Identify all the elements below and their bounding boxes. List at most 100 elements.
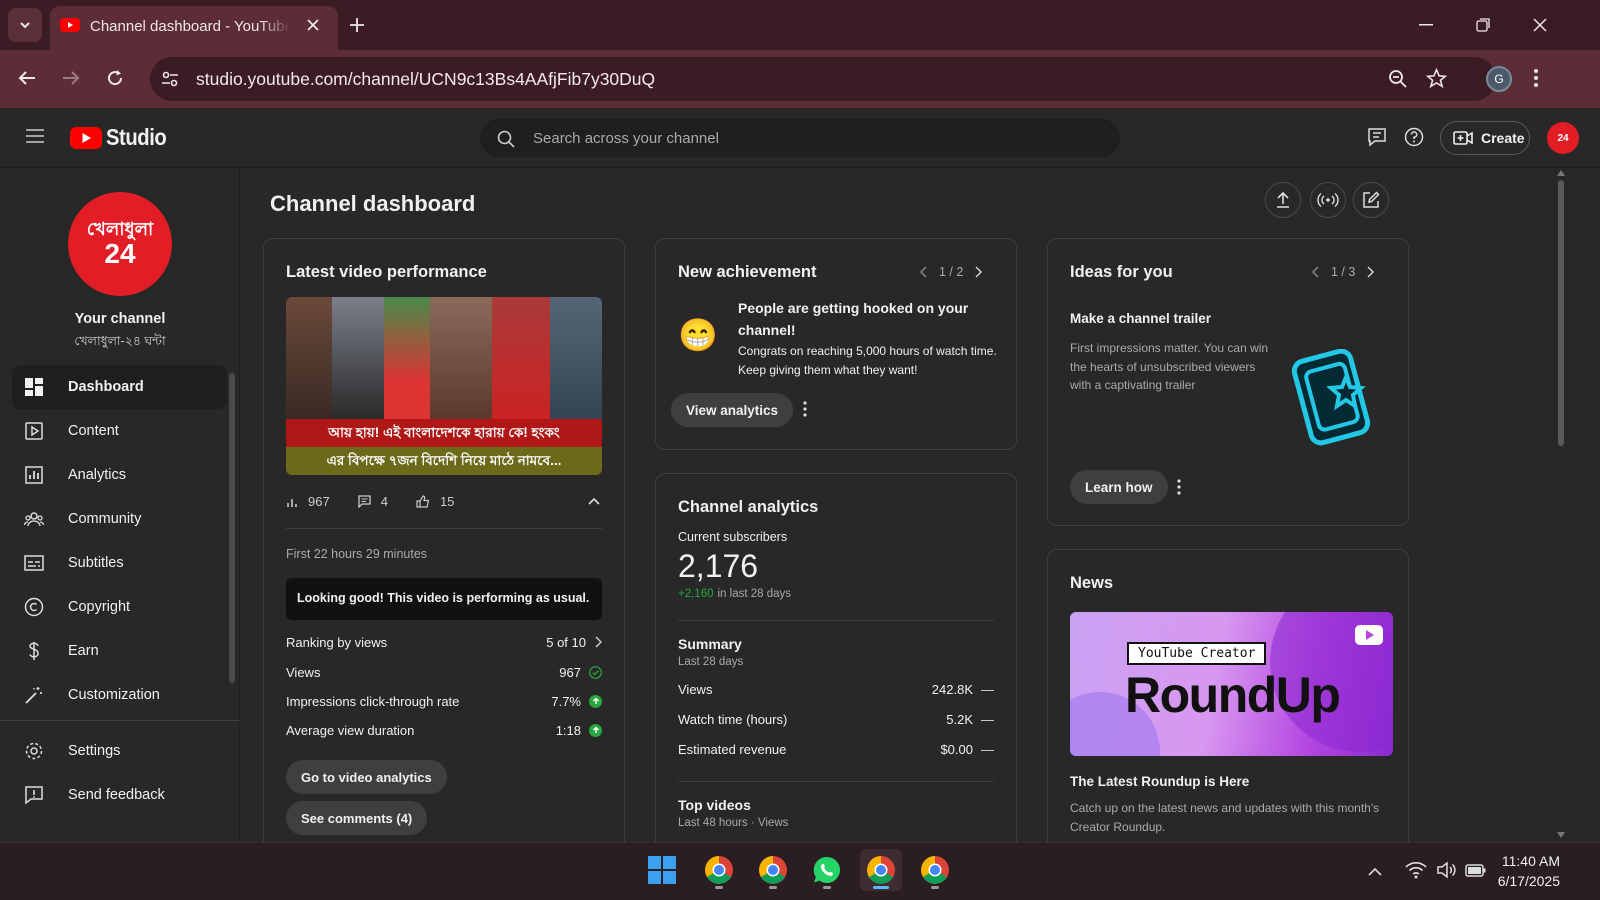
sidebar-item-community[interactable]: Community — [12, 497, 227, 541]
back-arrow-icon[interactable] — [18, 70, 36, 86]
sidebar-item-earn[interactable]: Earn — [12, 629, 227, 673]
view-analytics-button[interactable]: View analytics — [671, 393, 794, 427]
summary-revenue-label: Estimated revenue — [678, 741, 787, 757]
more-options-icon[interactable] — [1177, 479, 1181, 495]
taskbar-whatsapp[interactable] — [806, 849, 848, 891]
analytics-icon — [25, 466, 43, 484]
taskbar-chrome-1[interactable] — [698, 849, 740, 891]
sidebar-scrollbar[interactable] — [229, 373, 235, 683]
bookmark-star-icon[interactable] — [1426, 68, 1447, 89]
row-ranking[interactable]: Ranking by views 5 of 10 — [286, 632, 602, 652]
chrome-icon — [921, 856, 949, 884]
go-live-button[interactable] — [1310, 182, 1346, 218]
hamburger-menu-icon[interactable] — [25, 128, 45, 144]
video-thumbnail[interactable]: আয় হায়! এই বাংলাদেশকে হারায় কে! হংকং … — [286, 297, 602, 475]
taskbar-chrome-3[interactable] — [914, 849, 956, 891]
volume-icon[interactable] — [1436, 861, 1458, 879]
wifi-icon[interactable] — [1405, 861, 1427, 879]
url-text[interactable]: studio.youtube.com/channel/UCN9c13Bs4AAf… — [196, 69, 655, 90]
clock-time: 11:40 AM — [1501, 853, 1560, 869]
subscribers-value: 2,176 — [678, 548, 759, 584]
your-channel-label: Your channel — [74, 311, 166, 327]
learn-how-button[interactable]: Learn how — [1070, 470, 1168, 504]
dashboard-icon — [25, 378, 43, 396]
chevron-right-icon[interactable] — [975, 266, 983, 278]
tray-chevron-up-icon[interactable] — [1368, 867, 1382, 876]
close-window-icon[interactable] — [1533, 18, 1547, 32]
forward-arrow-icon[interactable] — [62, 70, 80, 86]
close-tab-icon[interactable] — [306, 18, 320, 32]
reload-icon[interactable] — [106, 69, 124, 87]
taskbar-chrome-active[interactable] — [860, 849, 902, 891]
taskbar-indicator — [931, 886, 939, 889]
sidebar-item-customization[interactable]: Customization — [12, 673, 227, 717]
scroll-up-arrow-icon[interactable] — [1557, 170, 1565, 176]
page-title: Channel dashboard — [270, 191, 476, 216]
channel-avatar[interactable]: খেলাধুলা 24 — [68, 192, 172, 296]
main-scrollbar[interactable] — [1558, 180, 1564, 446]
taskbar-chrome-2[interactable] — [752, 849, 794, 891]
sidebar-item-copyright[interactable]: Copyright — [12, 585, 227, 629]
summary-title: Summary — [678, 636, 742, 652]
browser-tab-active[interactable]: Channel dashboard - YouTube Studio — [50, 6, 338, 50]
news-banner[interactable]: YouTube Creator RoundUp — [1070, 612, 1393, 756]
create-button[interactable]: Create — [1440, 121, 1530, 155]
zoom-icon[interactable] — [1388, 69, 1408, 89]
row-ctr: Impressions click-through rate 7.7% — [286, 691, 602, 711]
site-info-icon[interactable] — [160, 69, 180, 89]
sidebar-item-dashboard[interactable]: Dashboard — [12, 365, 227, 409]
feedback-icon — [25, 786, 43, 805]
minimize-icon[interactable] — [1419, 24, 1433, 26]
chevron-right-icon[interactable] — [1367, 266, 1375, 278]
content-icon — [25, 422, 43, 440]
idea-title: Make a channel trailer — [1070, 311, 1212, 326]
ranking-value: 5 of 10 — [546, 634, 586, 650]
messages-icon[interactable] — [1367, 127, 1387, 147]
summary-revenue-value: $0.00 — [940, 741, 973, 757]
restore-icon[interactable] — [1476, 18, 1490, 32]
scroll-down-arrow-icon[interactable] — [1557, 832, 1565, 838]
help-icon[interactable] — [1404, 127, 1424, 147]
create-post-button[interactable] — [1353, 182, 1389, 218]
new-tab-icon[interactable] — [349, 17, 365, 33]
comments-count: 4 — [380, 494, 388, 509]
start-button[interactable] — [641, 849, 683, 891]
battery-icon[interactable] — [1465, 862, 1487, 878]
sidebar-item-content[interactable]: Content — [12, 409, 227, 453]
sidebar-item-feedback[interactable]: Send feedback — [12, 773, 227, 817]
sidebar-item-settings[interactable]: Settings — [12, 729, 227, 773]
avg-duration-label: Average view duration — [286, 722, 415, 738]
account-avatar[interactable]: 24 — [1547, 122, 1579, 154]
sidebar-item-subtitles[interactable]: Subtitles — [12, 541, 227, 585]
tab-search-button[interactable] — [8, 8, 42, 42]
go-to-video-analytics-button[interactable]: Go to video analytics — [286, 760, 447, 794]
sidebar-item-analytics[interactable]: Analytics — [12, 453, 227, 497]
views-count: 967 — [308, 494, 330, 509]
profile-avatar[interactable]: G — [1486, 66, 1512, 92]
upload-button[interactable] — [1265, 182, 1301, 218]
achievement-card: New achievement 1 / 2 😁 People are getti… — [655, 238, 1017, 450]
studio-logo[interactable]: Studio — [70, 124, 175, 151]
news-headline: The Latest Roundup is Here — [1070, 774, 1250, 789]
create-video-icon — [1453, 131, 1473, 145]
views-value: 967 — [559, 664, 581, 680]
search-bar[interactable]: Search across your channel — [480, 119, 1120, 157]
ctr-value: 7.7% — [551, 693, 581, 709]
sidebar-item-label: Customization — [68, 687, 160, 703]
top-videos-subtitle: Last 48 hours · Views — [678, 817, 789, 829]
ideas-page: 1 / 3 — [1331, 265, 1356, 279]
kebab-menu-icon[interactable] — [1534, 69, 1538, 87]
achievement-pager: 1 / 2 — [920, 265, 983, 279]
performance-status: Looking good! This video is performing a… — [286, 578, 602, 620]
more-options-icon[interactable] — [803, 401, 807, 417]
chevron-left-icon[interactable] — [1312, 266, 1319, 278]
search-input[interactable]: Search across your channel — [533, 130, 719, 147]
ranking-label: Ranking by views — [286, 634, 388, 650]
chevron-up-icon[interactable] — [588, 497, 600, 505]
customization-icon — [25, 687, 42, 704]
chevron-left-icon[interactable] — [920, 266, 927, 278]
taskbar-clock[interactable]: 11:40 AM 6/17/2025 — [1498, 851, 1560, 891]
omnibox[interactable]: studio.youtube.com/channel/UCN9c13Bs4AAf… — [150, 57, 1496, 101]
see-comments-button[interactable]: See comments (4) — [286, 801, 428, 835]
achievement-page: 1 / 2 — [939, 265, 964, 279]
